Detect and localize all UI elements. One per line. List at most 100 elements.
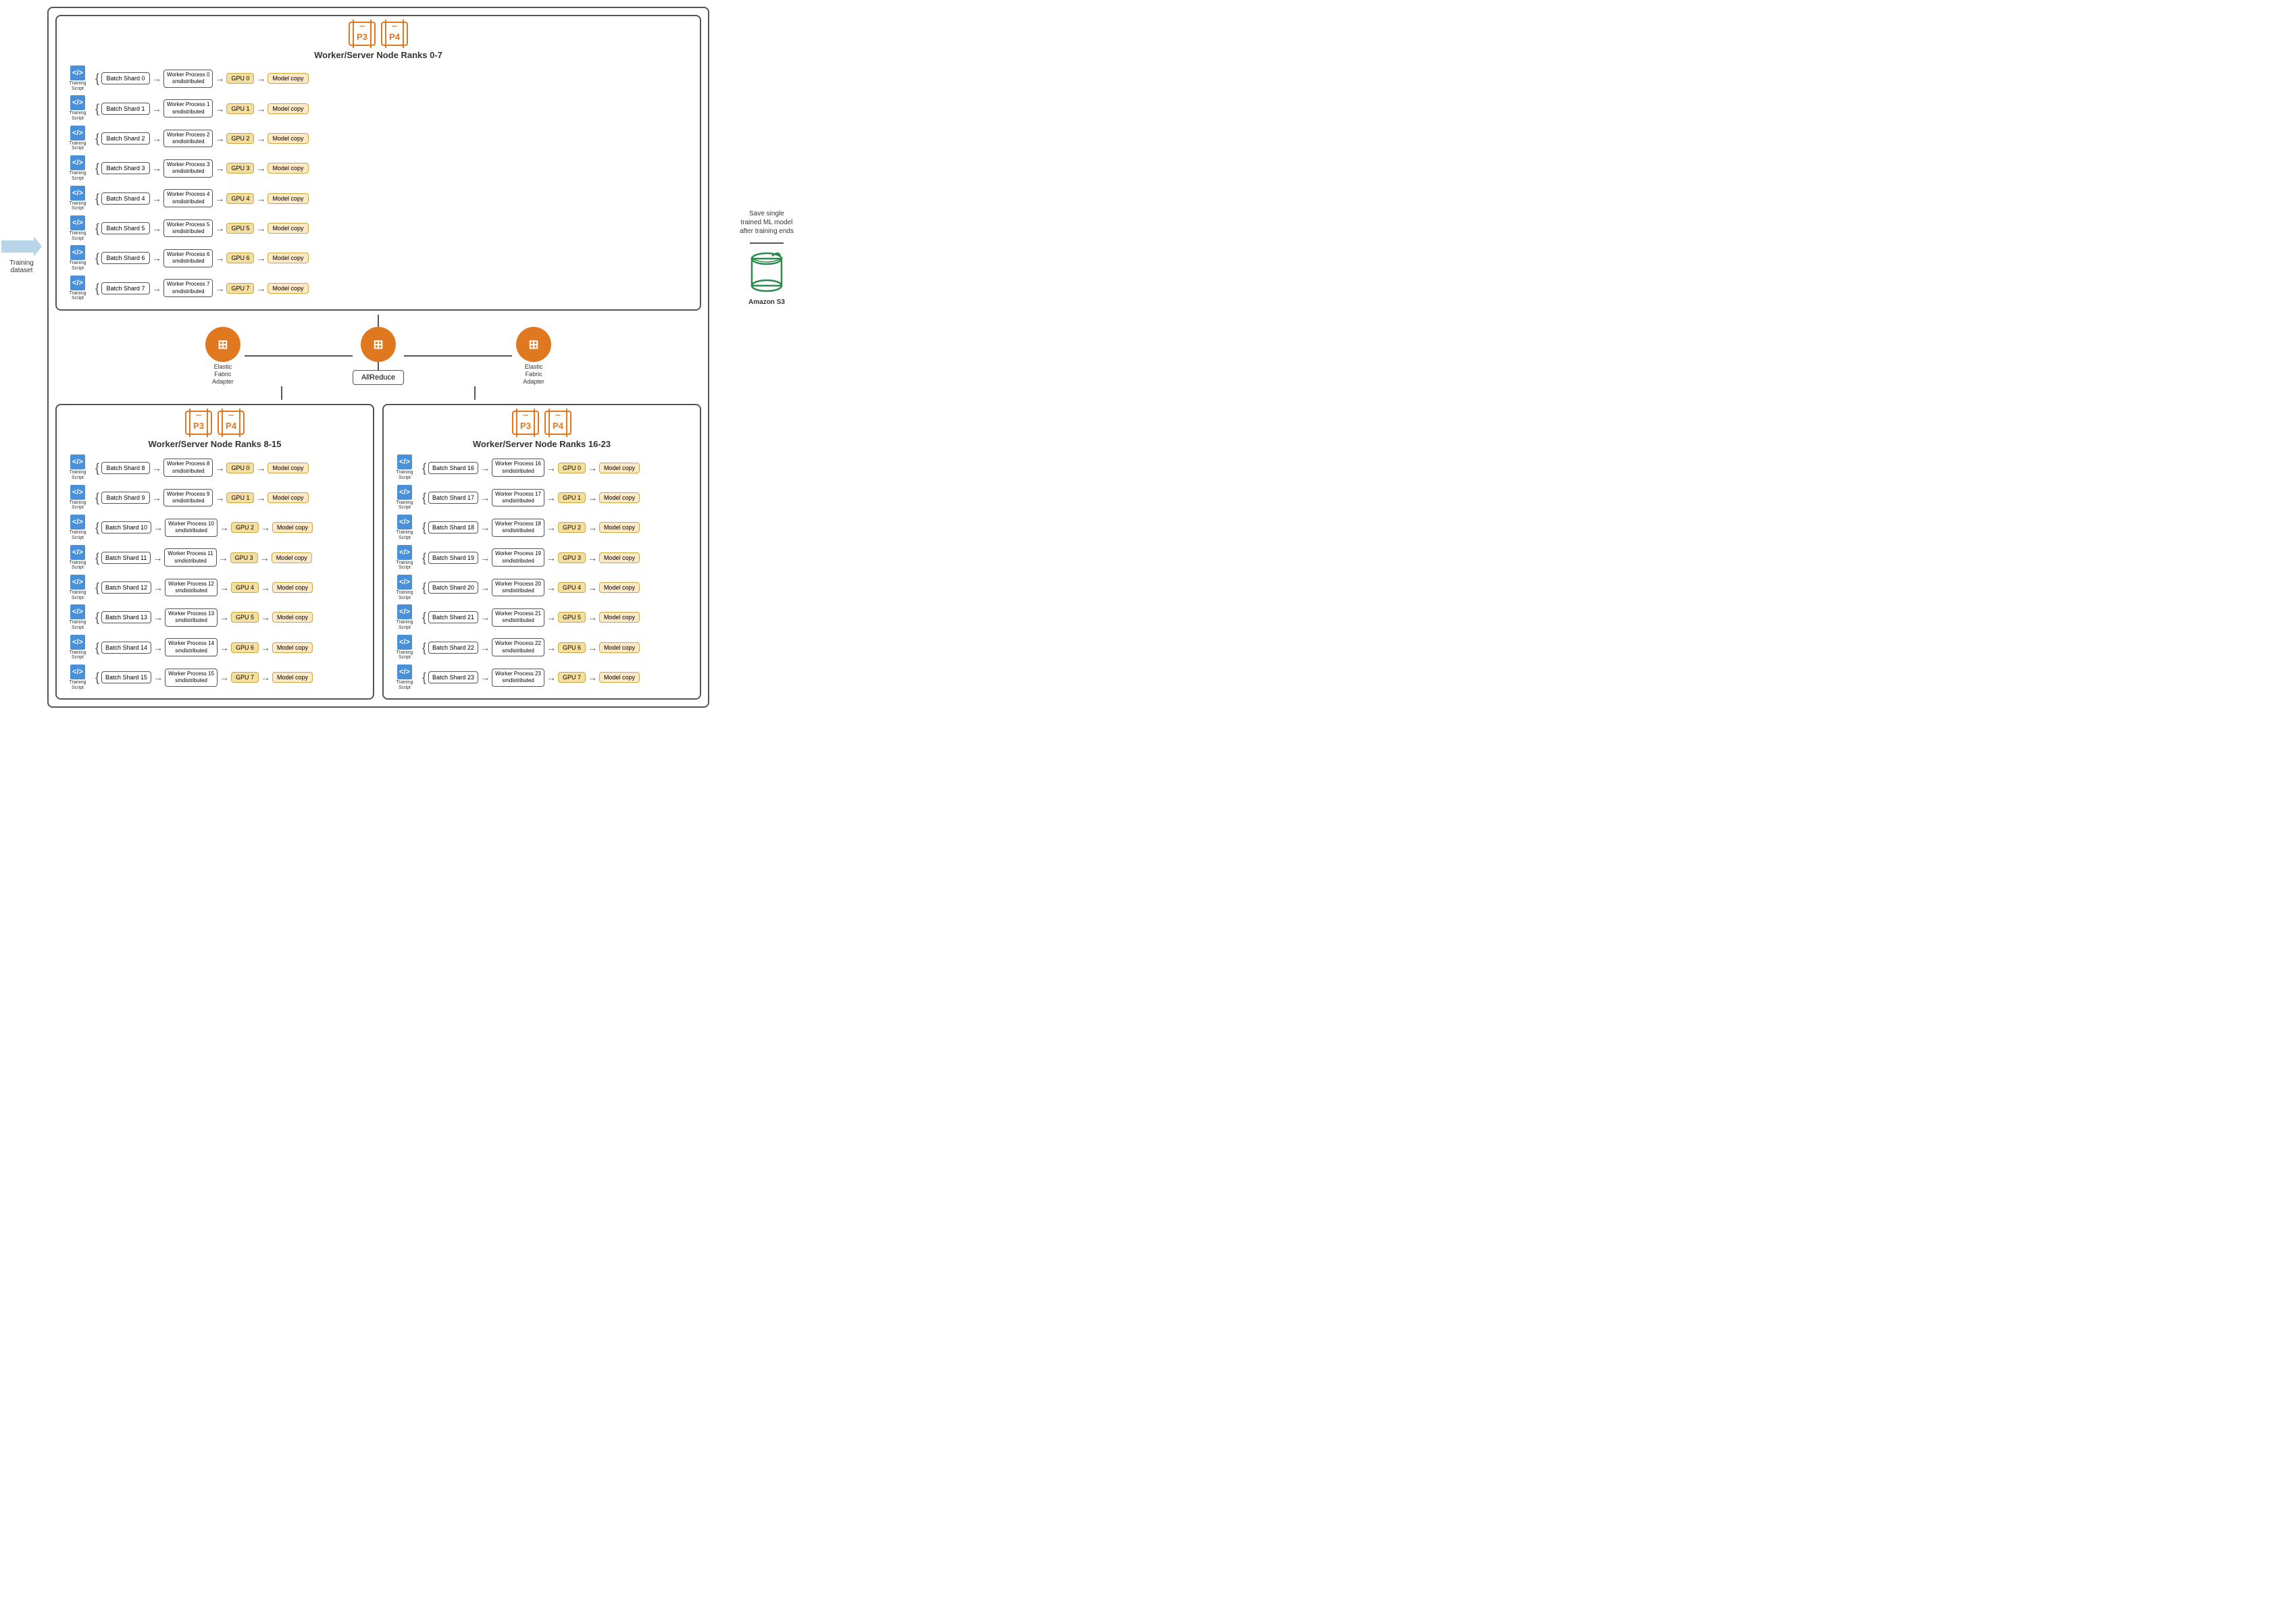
batch-shard-box: Batch Shard 20 bbox=[428, 581, 478, 594]
arrow3: → bbox=[261, 522, 270, 533]
training-script: </> TrainingScript bbox=[62, 515, 93, 540]
chip-row-bottom-right: ▪▪▪ P3 ▪▪▪ P4 bbox=[389, 411, 694, 435]
script-icon: </> bbox=[70, 215, 85, 230]
bottom-right-rows: </> TrainingScript { Batch Shard 16 → Wo… bbox=[389, 454, 694, 693]
training-script: </> TrainingScript bbox=[62, 665, 93, 690]
chip-p4-br: ▪▪▪ P4 bbox=[544, 411, 571, 435]
batch-shard-box: Batch Shard 4 bbox=[101, 192, 150, 205]
worker-process-box: Worker Process 8smdistributed bbox=[163, 459, 213, 477]
training-dataset-arrow bbox=[1, 236, 42, 257]
training-script: </> TrainingScript bbox=[62, 66, 93, 91]
open-bracket: { bbox=[95, 642, 99, 654]
model-copy-box: Model copy bbox=[267, 463, 308, 473]
training-script: </> TrainingScript bbox=[389, 665, 420, 690]
model-copy-box: Model copy bbox=[267, 103, 308, 114]
model-copy-box: Model copy bbox=[599, 463, 640, 473]
arrow2: → bbox=[220, 672, 229, 683]
shard-row: </> TrainingScript { Batch Shard 2 → Wor… bbox=[62, 126, 694, 151]
worker-process-box: Worker Process 2smdistributed bbox=[163, 130, 213, 148]
script-icon: </> bbox=[397, 665, 412, 679]
open-bracket: { bbox=[422, 462, 426, 474]
script-icon: </> bbox=[397, 454, 412, 469]
script-icon: </> bbox=[70, 186, 85, 201]
script-label: TrainingScript bbox=[69, 201, 86, 211]
open-bracket: { bbox=[95, 72, 99, 84]
arrow3: → bbox=[588, 522, 597, 533]
arrow2: → bbox=[215, 193, 224, 204]
arrow1: → bbox=[152, 223, 161, 234]
bottom-left-rows: </> TrainingScript { Batch Shard 8 → Wor… bbox=[62, 454, 367, 693]
worker-process-box: Worker Process 3smdistributed bbox=[163, 159, 213, 178]
shard-row: </> TrainingScript { Batch Shard 15 → Wo… bbox=[62, 665, 367, 690]
worker-process-box: Worker Process 4smdistributed bbox=[163, 189, 213, 207]
worker-process-box: Worker Process 9smdistributed bbox=[163, 489, 213, 507]
open-bracket: { bbox=[422, 611, 426, 623]
script-label: TrainingScript bbox=[69, 111, 86, 121]
efa-label-right: Elastic Fabric Adapter bbox=[523, 363, 544, 385]
worker-process-box: Worker Process 18smdistributed bbox=[492, 519, 544, 537]
gpu-box: GPU 1 bbox=[226, 103, 254, 114]
script-icon: </> bbox=[70, 126, 85, 140]
batch-shard-box: Batch Shard 7 bbox=[101, 282, 150, 294]
s3-name: Amazon S3 bbox=[748, 298, 785, 306]
script-icon: </> bbox=[70, 635, 85, 650]
open-bracket: { bbox=[95, 492, 99, 504]
script-icon: </> bbox=[70, 604, 85, 619]
shard-row: </> TrainingScript { Batch Shard 14 → Wo… bbox=[62, 635, 367, 660]
shard-row: </> TrainingScript { Batch Shard 20 → Wo… bbox=[389, 575, 694, 600]
shard-row: </> TrainingScript { Batch Shard 19 → Wo… bbox=[389, 545, 694, 571]
chip-p3-br: ▪▪▪ P3 bbox=[512, 411, 539, 435]
script-icon: </> bbox=[70, 515, 85, 529]
top-node-box: ▪▪▪ P3 ▪▪▪ P4 Worker/Server Node Ranks 0… bbox=[55, 15, 701, 311]
batch-shard-box: Batch Shard 8 bbox=[101, 462, 150, 474]
gpu-box: GPU 0 bbox=[226, 463, 254, 473]
script-icon: </> bbox=[397, 515, 412, 529]
model-copy-box: Model copy bbox=[272, 582, 313, 593]
worker-process-box: Worker Process 11smdistributed bbox=[164, 548, 216, 567]
script-label: TrainingScript bbox=[396, 650, 413, 660]
script-label: TrainingScript bbox=[69, 470, 86, 480]
arrow1: → bbox=[152, 193, 161, 204]
model-copy-box: Model copy bbox=[272, 552, 312, 563]
gpu-box: GPU 3 bbox=[226, 163, 254, 174]
script-label: TrainingScript bbox=[396, 470, 413, 480]
script-label: TrainingScript bbox=[69, 81, 86, 91]
chip-p4-top: ▪▪▪ P4 bbox=[381, 22, 408, 46]
script-label: TrainingScript bbox=[396, 561, 413, 571]
open-bracket: { bbox=[422, 552, 426, 564]
arrow2: → bbox=[546, 612, 556, 623]
arrow1: → bbox=[480, 463, 490, 473]
open-bracket: { bbox=[95, 581, 99, 594]
model-copy-box: Model copy bbox=[272, 522, 313, 533]
efa-circle-center: ⊞ bbox=[361, 327, 396, 362]
arrow2: → bbox=[546, 492, 556, 503]
arrow1: → bbox=[480, 612, 490, 623]
arrow3: → bbox=[256, 463, 265, 473]
open-bracket: { bbox=[95, 252, 99, 264]
model-copy-box: Model copy bbox=[599, 642, 640, 653]
gpu-box: GPU 6 bbox=[226, 253, 254, 263]
shard-row: </> TrainingScript { Batch Shard 4 → Wor… bbox=[62, 186, 694, 211]
worker-process-box: Worker Process 16smdistributed bbox=[492, 459, 544, 477]
batch-shard-box: Batch Shard 18 bbox=[428, 521, 478, 534]
arrow2: → bbox=[546, 522, 556, 533]
model-copy-box: Model copy bbox=[599, 672, 640, 683]
arrow1: → bbox=[152, 492, 161, 503]
open-bracket: { bbox=[422, 581, 426, 594]
training-script: </> TrainingScript bbox=[389, 545, 420, 571]
arrow1: → bbox=[152, 253, 161, 263]
script-icon: </> bbox=[70, 66, 85, 80]
arrow1: → bbox=[152, 463, 161, 473]
arrow2: → bbox=[220, 522, 229, 533]
model-copy-box: Model copy bbox=[272, 672, 313, 683]
gpu-box: GPU 2 bbox=[231, 522, 259, 533]
shard-row: </> TrainingScript { Batch Shard 9 → Wor… bbox=[62, 485, 367, 511]
batch-shard-box: Batch Shard 17 bbox=[428, 492, 478, 504]
worker-process-box: Worker Process 20smdistributed bbox=[492, 579, 544, 597]
arrow2: → bbox=[215, 223, 224, 234]
efa-circle-right: ⊞ bbox=[516, 327, 551, 362]
shard-row: </> TrainingScript { Batch Shard 21 → Wo… bbox=[389, 604, 694, 630]
arrow2: → bbox=[215, 253, 224, 263]
model-copy-box: Model copy bbox=[599, 522, 640, 533]
open-bracket: { bbox=[95, 222, 99, 234]
